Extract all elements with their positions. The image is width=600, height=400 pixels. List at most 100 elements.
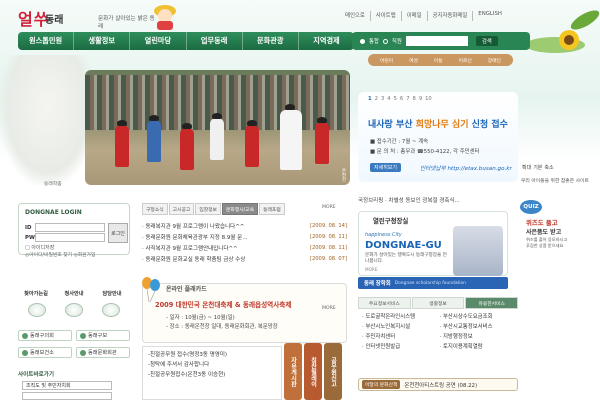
scholarship-banner[interactable]: 동래 장학회 Dongnae scholarship foundation bbox=[358, 277, 508, 289]
notice-item[interactable]: -친절공무원접수(온천3동 이승현) bbox=[148, 370, 278, 380]
pager-5[interactable]: 5 bbox=[394, 96, 397, 102]
gazette-label: 동래구보 bbox=[88, 333, 108, 339]
news-item[interactable]: · 동래복지관 9월 프로그램이 나왔습니다^^ [2009. 08. 14] bbox=[142, 220, 347, 231]
nav-culture-tour[interactable]: 문화관광 bbox=[243, 32, 299, 50]
radio-staff[interactable] bbox=[382, 38, 388, 44]
target-seniors[interactable]: 어르신 bbox=[459, 57, 472, 64]
tab-culture-events[interactable]: 문화행사/교육 bbox=[221, 203, 259, 215]
banner-more-button[interactable]: 자세히보기 bbox=[370, 163, 402, 172]
tab-life-info[interactable]: 생활정보 bbox=[411, 297, 465, 309]
pager-1[interactable]: 1 bbox=[368, 96, 372, 102]
person-icon[interactable] bbox=[102, 303, 121, 317]
policy-ticker[interactable]: 국정브리핑 · 차별성 동보인 광복절 경축식... bbox=[358, 196, 518, 208]
target-disabled[interactable]: 장애인 bbox=[488, 57, 501, 64]
pager-3[interactable]: 3 bbox=[381, 96, 384, 102]
service-item[interactable]: · 주민자치센터 bbox=[362, 332, 440, 342]
radio-all[interactable] bbox=[360, 38, 365, 44]
site-shortcut-select-2[interactable] bbox=[22, 392, 112, 400]
tab-free-board[interactable]: 자유게시판 bbox=[284, 343, 302, 400]
tab-gu-news[interactable]: 구청소식 bbox=[142, 203, 168, 215]
zoom-in-button[interactable]: 확대 bbox=[522, 164, 531, 171]
gazette-button[interactable]: 동래구보 bbox=[76, 330, 130, 341]
target-women[interactable]: 여성 bbox=[409, 57, 418, 64]
search-input[interactable] bbox=[405, 36, 468, 46]
news-date: [2009. 08. 07] bbox=[309, 255, 347, 262]
nav-open-forum[interactable]: 열린마당 bbox=[130, 32, 187, 50]
council-button[interactable]: 동래구의회 bbox=[18, 330, 72, 341]
tab-notices[interactable]: 고시공고 bbox=[168, 203, 195, 215]
service-item[interactable]: · 토지이용계획열람 bbox=[440, 342, 518, 352]
site-shortcut-select[interactable]: 조직도 및 주민자치회 bbox=[22, 381, 112, 390]
mayor-office-box[interactable]: 열린구청장실 happiness City DONGNAE-GU 문화가 살아있… bbox=[358, 211, 508, 276]
pw-label: PW bbox=[25, 235, 35, 241]
banner-pager: 1 2 3 4 5 6 7 8 9 10 bbox=[368, 96, 432, 102]
tab-praise-relay[interactable]: 칭찬릴레이 bbox=[304, 343, 322, 400]
placard-headline[interactable]: 2009 대한민국 온천대축제 & 동래읍성역사축제 bbox=[155, 299, 291, 309]
tab-directions[interactable]: 찾아가는길 bbox=[18, 290, 54, 302]
news-item[interactable]: · 사직복지관 9월 프로그램안내입니다^^ [2009. 08. 11] bbox=[142, 242, 347, 253]
nav-civil-service[interactable]: 원스톱민원 bbox=[18, 32, 75, 50]
news-more-link[interactable]: MORE bbox=[322, 205, 336, 210]
tab-key-services[interactable]: 주요정보서비스 bbox=[358, 297, 411, 309]
building-icon[interactable] bbox=[64, 303, 83, 317]
quiz-box[interactable]: QUIZ 퀴즈도 풀고 사은품도 받고 퀴즈를 풀어 응모하시고 푸짐한 상품 … bbox=[516, 200, 572, 272]
tab-forum[interactable]: 동래포럼 bbox=[259, 203, 285, 215]
login-button[interactable]: 로그인 bbox=[108, 223, 128, 243]
notice-item[interactable]: -청탁에 주셔서 감사합니다 bbox=[148, 360, 278, 370]
news-title: · 동래문화원 문화교실 동래 학춤팀 금상 수상 bbox=[142, 256, 246, 263]
culture-hall-button[interactable]: 동래문화회관 bbox=[76, 347, 130, 358]
tab-useful-services[interactable]: 유용한서비스 bbox=[465, 297, 519, 309]
pager-7[interactable]: 7 bbox=[406, 96, 409, 102]
site-logo[interactable]: 얼쑤 동래 문화가 살아있는 밝은 동래 bbox=[18, 4, 158, 32]
news-item[interactable]: · 동래문화원 문화체육관광부 지정 8.9월 문... [2009. 08. 1… bbox=[142, 231, 347, 242]
id-input[interactable] bbox=[35, 223, 105, 232]
health-center-button[interactable]: 동래보건소 bbox=[18, 347, 72, 358]
pager-9[interactable]: 9 bbox=[419, 96, 422, 102]
service-item[interactable]: · 지방행정정보 bbox=[440, 332, 518, 342]
service-list: · 도로굴착온라인시스템 · 부산시상수도요금조회 · 부산시노인복지시설 · … bbox=[362, 312, 517, 352]
search-button[interactable]: 검색 bbox=[475, 36, 498, 46]
target-children[interactable]: 어린이 bbox=[380, 57, 393, 64]
banner-contact: ■ 문 의 처 : 총무과 ☎550-4122, 각 주민센터 bbox=[370, 149, 480, 155]
target-kids[interactable]: 아동 bbox=[434, 57, 443, 64]
link-english[interactable]: ENGLISH bbox=[472, 11, 507, 21]
tab-report[interactable]: 공무원신고 bbox=[324, 343, 342, 400]
login-title: DONGNAE LOGIN bbox=[25, 209, 82, 216]
news-item[interactable]: · 동래문화원 문화교실 동래 학춤팀 금상 수상 [2009. 08. 07] bbox=[142, 253, 347, 264]
culture-walk-banner[interactable]: 이달의 문화산책 온천천아티스트링 공연 (08.22) bbox=[358, 378, 518, 391]
link-email[interactable]: 이메일 bbox=[400, 11, 427, 21]
tab-staff-guide[interactable]: 담당안내 bbox=[94, 290, 130, 302]
pager-10[interactable]: 10 bbox=[425, 96, 432, 102]
map-icon[interactable] bbox=[27, 303, 46, 317]
pager-2[interactable]: 2 bbox=[375, 96, 378, 102]
service-item[interactable]: · 인터넷민원발급 bbox=[362, 342, 440, 352]
service-item[interactable]: · 도로굴착온라인시스템 bbox=[362, 312, 440, 322]
link-home[interactable]: 메인으로 bbox=[340, 11, 370, 21]
zoom-out-button[interactable]: 축소 bbox=[544, 164, 553, 171]
service-item[interactable]: · 부산시교통정보서비스 bbox=[440, 322, 518, 332]
pager-6[interactable]: 6 bbox=[400, 96, 403, 102]
mayor-office-more[interactable]: MORE bbox=[365, 267, 377, 272]
service-item[interactable]: · 부산시상수도요금조회 bbox=[440, 312, 518, 322]
nav-life-info[interactable]: 생활정보 bbox=[74, 32, 131, 50]
pager-4[interactable]: 4 bbox=[387, 96, 390, 102]
save-id-checkbox[interactable]: □ 아이디저장 bbox=[25, 244, 54, 251]
service-item[interactable]: · 부산시노인복지시설 bbox=[362, 322, 440, 332]
pager-8[interactable]: 8 bbox=[413, 96, 416, 102]
hero-dancer-image bbox=[0, 55, 95, 185]
login-help-links[interactable]: ◎아이디/비밀번호 찾기 ◎회원가입 bbox=[25, 251, 95, 258]
tab-bids[interactable]: 입찰정보 bbox=[195, 203, 221, 215]
etax-link[interactable]: 인터넷납부 http://etax.busan.go.kr bbox=[420, 164, 512, 172]
nav-economy[interactable]: 지역경제 bbox=[299, 32, 354, 50]
tab-office-guide[interactable]: 청사안내 bbox=[56, 290, 92, 302]
nav-work[interactable]: 업무동래 bbox=[187, 32, 243, 50]
notice-item[interactable]: -친절공무원 접수(명정3동 명영미) bbox=[148, 350, 278, 360]
banner-headline[interactable]: 내사랑 부산 희망나무 심기 신청 접수 bbox=[368, 117, 508, 130]
zoom-reset-button[interactable]: 기본 bbox=[533, 164, 542, 171]
link-sitemap[interactable]: 사이트맵 bbox=[369, 11, 401, 21]
news-tabs: 구청소식 고시공고 입찰정보 문화행사/교육 동래포럼 bbox=[142, 203, 342, 215]
link-notice-mail[interactable]: 공지자동화메일 bbox=[426, 11, 473, 21]
placard-more-link[interactable]: MORE bbox=[322, 306, 336, 311]
main-nav: 원스톱민원 생활정보 열린마당 업무동래 문화관광 지역경제 bbox=[18, 32, 354, 50]
password-input[interactable] bbox=[35, 233, 105, 242]
